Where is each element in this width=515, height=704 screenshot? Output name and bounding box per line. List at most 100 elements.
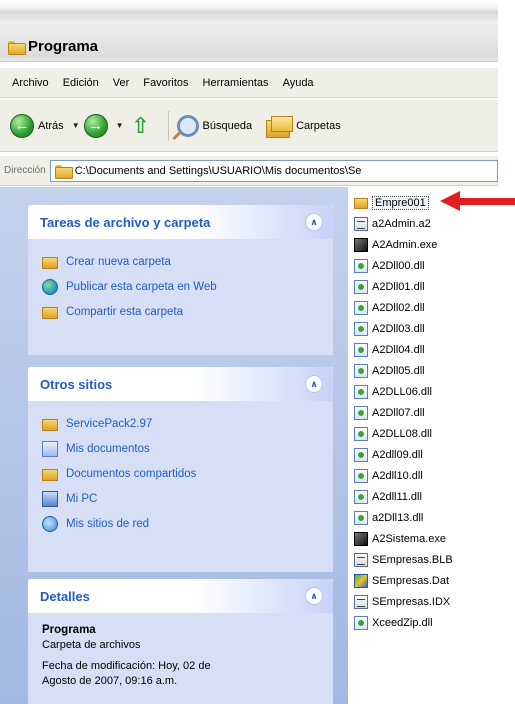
file-name: A2Sistema.exe [372,533,446,545]
menu-ver[interactable]: Ver [107,77,138,89]
back-arrow-icon: ← [10,113,34,138]
file-item[interactable]: A2Sistema.exe [354,529,446,549]
back-dropdown-icon[interactable]: ▼ [72,121,80,130]
collapse-chevron-icon[interactable]: ∧ [305,587,323,605]
file-item[interactable]: SEmpresas.Dat [354,571,449,591]
file-name: A2dll10.dll [372,470,423,482]
window-title: Programa [8,38,98,55]
file-item[interactable]: A2dll11.dll [354,487,422,507]
menu-herramientas[interactable]: Herramientas [197,77,277,89]
file-name: A2Dll07.dll [372,407,425,419]
file-item[interactable]: A2Admin.exe [354,235,437,255]
task-share-folder[interactable]: Compartir esta carpeta [42,299,321,324]
collapse-chevron-icon[interactable]: ∧ [305,375,323,393]
file-item[interactable]: SEmpresas.BLB [354,550,453,570]
place-servicepack[interactable]: ServicePack2.97 [42,411,321,436]
file-name: A2Dll01.dll [372,281,425,293]
dll-icon [354,343,368,357]
panel-header[interactable]: Otros sitios ∧ [28,367,333,401]
details-panel: Detalles ∧ Programa Carpeta de archivos … [28,579,333,704]
folder-icon [42,418,58,431]
back-label: Atrás [38,119,64,132]
details-name: Programa [42,624,96,636]
file-item[interactable]: A2Dll02.dll [354,298,425,318]
dll-icon [354,259,368,273]
dll-icon [354,448,368,462]
forward-dropdown-icon[interactable]: ▼ [116,121,124,130]
toolbar: ← Atrás ▼ → ▼ ⇧ Búsqueda Carpetas [0,100,498,152]
up-folder-button[interactable]: ⇧ [128,113,154,139]
file-name: A2Dll03.dll [372,323,425,335]
panel-header[interactable]: Tareas de archivo y carpeta ∧ [28,205,333,239]
file-item[interactable]: A2Dll05.dll [354,361,425,381]
collapse-chevron-icon[interactable]: ∧ [305,213,323,231]
text-file-icon [354,553,368,567]
panel-title: Tareas de archivo y carpeta [40,214,211,230]
file-item[interactable]: A2dll10.dll [354,466,423,486]
dll-icon [354,280,368,294]
file-item[interactable]: A2Dll04.dll [354,340,425,360]
menu-archivo[interactable]: Archivo [6,77,57,89]
up-arrow-icon: ⇧ [131,112,150,138]
title-bar: Programa [0,0,498,62]
file-name: A2dll11.dll [372,491,422,503]
exe-icon [354,532,368,546]
details-modified-line2: Agosto de 2007, 09:16 a.m. [42,675,178,687]
my-computer-icon [42,490,58,507]
annotation-arrow [455,198,515,205]
back-button[interactable]: ← Atrás [10,113,64,138]
file-item[interactable]: A2DLL06.dll [354,382,432,402]
file-item[interactable]: a2Dll13.dll [354,508,423,528]
file-name: A2DLL08.dll [372,428,432,440]
dll-icon [354,301,368,315]
file-name: A2Dll04.dll [372,344,425,356]
file-name: Empre001 [372,196,429,210]
file-item[interactable]: A2dll09.dll [354,445,423,465]
file-item[interactable]: A2Dll01.dll [354,277,425,297]
address-path: C:\Documents and Settings\USUARIO\Mis do… [74,164,362,177]
menu-ayuda[interactable]: Ayuda [277,77,322,89]
exe-icon [354,238,368,252]
window-title-text: Programa [28,38,99,55]
dll-icon [354,469,368,483]
file-item[interactable]: A2Dll03.dll [354,319,425,339]
forward-button[interactable]: → [83,113,108,138]
place-network[interactable]: Mis sitios de red [42,511,321,536]
menu-favoritos[interactable]: Favoritos [137,77,196,89]
menu-edicion[interactable]: Edición [57,77,107,89]
dat-file-icon [354,574,368,588]
panel-header[interactable]: Detalles ∧ [28,579,333,613]
dll-icon [354,490,368,504]
task-publish-web[interactable]: Publicar esta carpeta en Web [42,274,321,299]
panel-title: Detalles [40,588,90,604]
place-my-documents[interactable]: Mis documentos [42,436,321,461]
file-folder-tasks-panel: Tareas de archivo y carpeta ∧ Crear nuev… [28,205,333,355]
folders-label: Carpetas [296,119,341,132]
place-label: ServicePack2.97 [66,417,153,430]
search-button[interactable]: Búsqueda [176,114,252,137]
place-my-computer[interactable]: Mi PC [42,486,321,511]
file-item[interactable]: SEmpresas.IDX [354,592,450,612]
folders-icon [266,114,294,138]
file-item[interactable]: a2Admin.a2 [354,214,431,234]
file-name: SEmpresas.BLB [372,554,453,566]
dll-icon [354,427,368,441]
file-name: SEmpresas.IDX [372,596,451,608]
dll-icon [354,385,368,399]
file-item[interactable]: Empre001 [354,193,429,213]
task-new-folder[interactable]: Crear nueva carpeta [42,249,321,274]
toolbar-separator [167,110,169,141]
forward-arrow-icon: → [83,113,108,138]
dll-icon [354,511,368,525]
address-field[interactable]: C:\Documents and Settings\USUARIO\Mis do… [49,159,498,182]
file-item[interactable]: A2Dll00.dll [354,256,425,276]
file-item[interactable]: XceedZip.dll [354,613,433,633]
place-shared-documents[interactable]: Documentos compartidos [42,461,321,486]
address-label: Dirección [4,165,46,176]
folders-button[interactable]: Carpetas [266,114,341,138]
panel-title: Otros sitios [40,376,113,392]
folder-icon [54,164,73,179]
file-item[interactable]: A2DLL08.dll [354,424,432,444]
annotation-arrow-head-icon [440,191,460,211]
file-item[interactable]: A2Dll07.dll [354,403,425,423]
